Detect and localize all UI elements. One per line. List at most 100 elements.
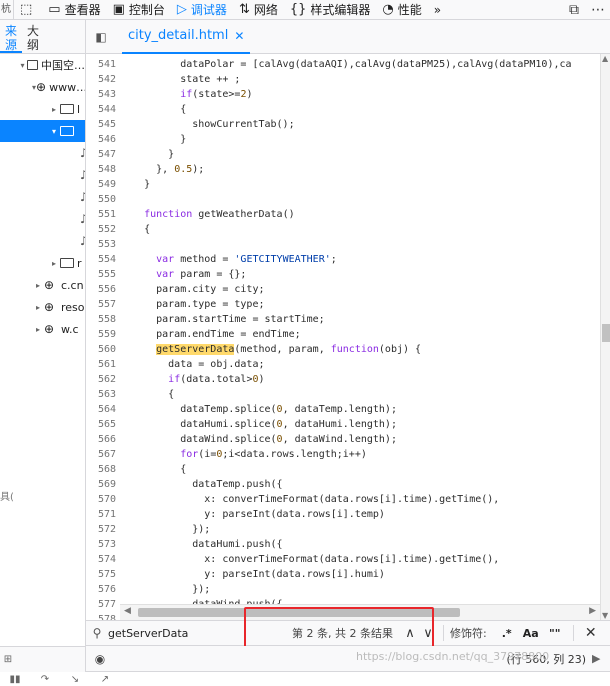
tree-row-file[interactable]: ♪	[0, 208, 85, 230]
expand-pane-icon[interactable]: ▶	[592, 652, 610, 665]
line-number[interactable]: 549	[86, 177, 116, 192]
line-number[interactable]: 561	[86, 357, 116, 372]
tree-row-file[interactable]: ♪	[0, 164, 85, 186]
line-number[interactable]: 547	[86, 147, 116, 162]
line-number[interactable]: 566	[86, 432, 116, 447]
dock-icon[interactable]: ⧉	[562, 2, 586, 18]
line-number[interactable]: 574	[86, 552, 116, 567]
code-line: dataHumi.push({	[120, 539, 283, 550]
scroll-up-icon[interactable]: ▲	[602, 54, 608, 63]
code-line: {	[120, 224, 151, 235]
vertical-scrollbar[interactable]: ▲ ▼	[600, 54, 610, 620]
pause-icon[interactable]: ▮▮	[0, 674, 30, 685]
code-line: });	[120, 524, 211, 535]
close-tab-icon[interactable]: ✕	[234, 29, 244, 43]
case-sensitive-toggle[interactable]: Aa	[519, 627, 543, 640]
tree-row-folder[interactable]: ▸ l	[0, 98, 85, 120]
line-number[interactable]: 541	[86, 57, 116, 72]
tree-row-folder-selected[interactable]: ▾	[0, 120, 85, 142]
line-number[interactable]: 542	[86, 72, 116, 87]
inspector-icon: ▭	[48, 2, 61, 17]
line-number[interactable]: 552	[86, 222, 116, 237]
line-number[interactable]: 560	[86, 342, 116, 357]
line-number[interactable]: 548	[86, 162, 116, 177]
menu-icon[interactable]: ⋯	[586, 2, 610, 18]
collapse-icon: ▸	[51, 258, 56, 268]
tree-row-folder[interactable]: ▸ r	[0, 252, 85, 274]
line-number[interactable]: 545	[86, 117, 116, 132]
line-number[interactable]: 562	[86, 372, 116, 387]
tree-label: 中国空…	[41, 59, 85, 72]
line-number[interactable]: 551	[86, 207, 116, 222]
line-number[interactable]: 575	[86, 567, 116, 582]
tab-performance-label: 性能	[397, 3, 422, 17]
scroll-right-icon[interactable]: ▶	[589, 606, 596, 616]
tree-row-domain[interactable]: ▾ ⊕ www…	[0, 76, 85, 98]
line-number[interactable]: 555	[86, 267, 116, 282]
line-number[interactable]: 570	[86, 492, 116, 507]
search-icon: ⚲	[92, 626, 102, 640]
line-number[interactable]: 556	[86, 282, 116, 297]
line-number[interactable]: 543	[86, 87, 116, 102]
line-number[interactable]: 567	[86, 447, 116, 462]
vertical-scroll-thumb[interactable]	[602, 324, 610, 342]
tree-row-domain[interactable]: ▸ ⊕ reso	[0, 296, 85, 318]
code-editor[interactable]: dataPolar = [calAvg(dataAQI),calAvg(data…	[120, 54, 600, 604]
step-over-icon[interactable]: ↷	[30, 674, 60, 685]
element-picker-button[interactable]: ⬚	[14, 0, 42, 20]
tab-inspector[interactable]: ▭ 查看器	[42, 0, 106, 20]
line-number[interactable]: 577	[86, 597, 116, 612]
regex-toggle[interactable]: .*	[495, 627, 519, 640]
code-line: var param = {};	[156, 269, 247, 280]
tree-row-file[interactable]: ♪	[0, 230, 85, 252]
eye-icon[interactable]: ◉	[86, 652, 114, 666]
tab-style-editor[interactable]: {} 样式编辑器	[284, 0, 377, 20]
more-tabs-button[interactable]: »	[428, 0, 447, 20]
left-stub: 杭	[0, 0, 14, 20]
line-number[interactable]: 576	[86, 582, 116, 597]
scroll-down-icon[interactable]: ▼	[602, 611, 608, 620]
tab-network[interactable]: ⇅ 网络	[233, 0, 284, 20]
line-number[interactable]: 564	[86, 402, 116, 417]
step-in-icon[interactable]: ↘	[60, 674, 90, 685]
line-number[interactable]: 558	[86, 312, 116, 327]
line-number[interactable]: 565	[86, 417, 116, 432]
code-line: param.city = city;	[120, 284, 265, 295]
folder-icon	[60, 258, 74, 268]
step-out-icon[interactable]: ↗	[90, 674, 120, 685]
line-number[interactable]: 563	[86, 387, 116, 402]
line-number[interactable]: 550	[86, 192, 116, 207]
pretty-print-icon[interactable]: ⊞	[0, 654, 16, 665]
line-number[interactable]: 569	[86, 477, 116, 492]
tab-outline[interactable]: 大纲	[22, 20, 44, 53]
globe-icon: ⊕	[44, 322, 55, 336]
line-number[interactable]: 571	[86, 507, 116, 522]
tree-row-domain[interactable]: ▸ ⊕ w.c	[0, 318, 85, 340]
scroll-left-icon[interactable]: ◀	[124, 606, 131, 616]
tree-row-domain[interactable]: ▸ ⊕ c.cn	[0, 274, 85, 296]
tab-debugger[interactable]: ▷ 调试器	[171, 0, 233, 20]
line-number[interactable]: 559	[86, 327, 116, 342]
tree-row-file[interactable]: ♪	[0, 186, 85, 208]
toggle-sidebar-icon[interactable]: ◧	[86, 30, 116, 44]
whole-word-toggle[interactable]: ""	[543, 627, 567, 640]
expand-icon: ▾	[20, 60, 25, 70]
tree-row-page[interactable]: ▾ 中国空…	[0, 54, 85, 76]
tab-performance[interactable]: ◔ 性能	[376, 0, 427, 20]
line-number[interactable]: 554	[86, 252, 116, 267]
line-number[interactable]: 557	[86, 297, 116, 312]
file-tab[interactable]: city_detail.html ✕	[122, 20, 251, 54]
line-number[interactable]: 546	[86, 132, 116, 147]
code-line: showCurrentTab();	[120, 119, 295, 130]
tree-row-file[interactable]: ♪	[0, 142, 85, 164]
line-number[interactable]: 572	[86, 522, 116, 537]
separator	[572, 625, 574, 641]
close-search-button[interactable]: ✕	[580, 625, 602, 641]
line-number[interactable]: 553	[86, 237, 116, 252]
source-tree: ▾ 中国空… ▾ ⊕ www… ▸ l ▾ ♪ ♪ ♪ ♪ ♪ ▸ r	[0, 54, 85, 340]
line-number[interactable]: 544	[86, 102, 116, 117]
line-number[interactable]: 568	[86, 462, 116, 477]
tab-console[interactable]: ▣ 控制台	[107, 0, 171, 20]
line-number[interactable]: 573	[86, 537, 116, 552]
tab-sources[interactable]: 来源	[0, 20, 22, 53]
